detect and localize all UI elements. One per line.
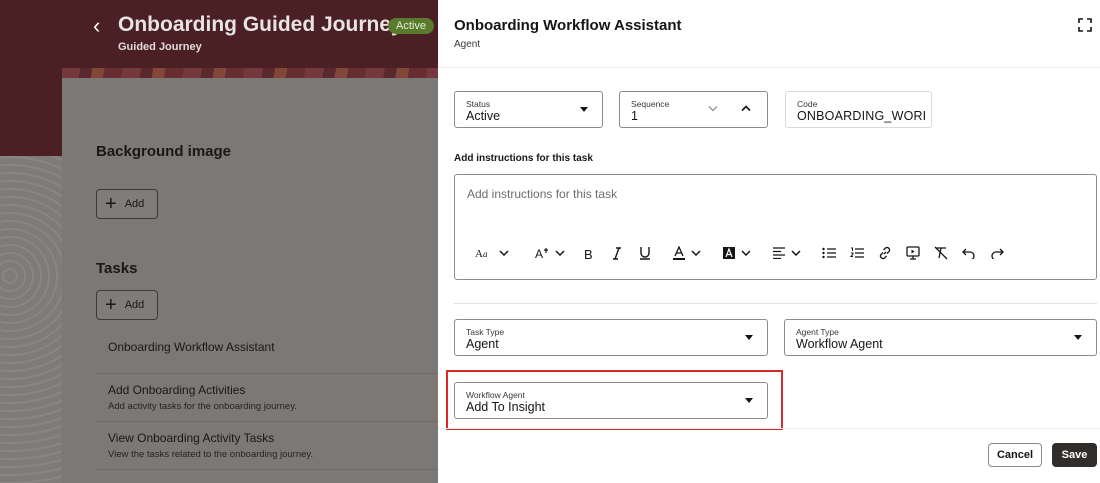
status-value: Active <box>466 109 501 123</box>
back-chevron-icon[interactable]: ‹ <box>93 15 109 37</box>
sequence-value: 1 <box>631 109 638 123</box>
agent-type-select[interactable]: Agent Type Workflow Agent <box>784 319 1097 356</box>
caret-down-icon <box>745 335 753 340</box>
numbered-list-icon[interactable] <box>847 243 867 263</box>
sequence-label: Sequence <box>631 99 670 109</box>
agent-type-label: Agent Type <box>796 327 839 337</box>
add-background-image-button[interactable]: + Add <box>96 189 158 219</box>
underline-icon[interactable] <box>635 243 655 263</box>
banner-image <box>62 68 438 78</box>
code-field[interactable]: Code ONBOARDING_WORKFLOW_ASSISTANT <box>785 91 932 128</box>
task-item-view-onboarding-activity-tasks[interactable]: View Onboarding Activity Tasks View the … <box>96 422 438 470</box>
footer-divider <box>438 428 1100 429</box>
svg-text:A: A <box>475 248 483 259</box>
drawer-title: Onboarding Workflow Assistant <box>454 17 682 34</box>
page-title: Onboarding Guided Journey <box>118 13 403 36</box>
background-pattern <box>0 156 62 483</box>
workflow-agent-label: Workflow Agent <box>466 390 525 400</box>
page-subtitle: Guided Journey <box>118 41 202 53</box>
status-select[interactable]: Status Active <box>454 91 603 128</box>
decrement-chevron-icon[interactable] <box>708 105 718 112</box>
code-label: Code <box>797 99 818 109</box>
task-name: Add Onboarding Activities <box>108 383 246 397</box>
bold-icon[interactable]: B <box>579 243 599 263</box>
caret-down-icon <box>580 107 588 112</box>
increment-chevron-icon[interactable] <box>741 105 751 112</box>
task-item-onboarding-workflow-assistant[interactable]: Onboarding Workflow Assistant <box>96 326 438 374</box>
text-size-icon[interactable]: A <box>533 243 553 263</box>
expand-icon[interactable] <box>1078 18 1092 32</box>
chevron-down-icon[interactable] <box>689 243 703 263</box>
task-type-select[interactable]: Task Type Agent <box>454 319 768 356</box>
agent-type-value: Workflow Agent <box>796 337 883 351</box>
save-button[interactable]: Save <box>1052 443 1097 467</box>
font-color-icon[interactable] <box>669 243 689 263</box>
sequence-stepper[interactable]: Sequence 1 <box>619 91 768 128</box>
section-divider <box>454 303 1097 304</box>
bulleted-list-icon[interactable] <box>819 243 839 263</box>
link-icon[interactable] <box>875 243 895 263</box>
instructions-label: Add instructions for this task <box>454 153 593 164</box>
task-name: View Onboarding Activity Tasks <box>108 431 275 445</box>
svg-text:A: A <box>535 247 543 260</box>
background-image-heading: Background image <box>96 143 232 160</box>
instructions-editor[interactable]: Add instructions for this task Aa A B <box>454 174 1097 280</box>
chevron-down-icon[interactable] <box>739 243 753 263</box>
background-page: ‹ Onboarding Guided Journey Active Guide… <box>0 0 438 483</box>
task-description: Add activity tasks for the onboarding jo… <box>108 401 297 412</box>
rich-text-toolbar: Aa A B <box>471 243 1007 263</box>
chevron-down-icon[interactable] <box>789 243 803 263</box>
undo-icon[interactable] <box>959 243 979 263</box>
tasks-heading: Tasks <box>96 260 138 277</box>
task-type-label: Task Type <box>466 327 505 337</box>
chevron-down-icon[interactable] <box>497 243 511 263</box>
redo-icon[interactable] <box>987 243 1007 263</box>
task-drawer: Onboarding Workflow Assistant Agent Stat… <box>438 0 1100 483</box>
chevron-down-icon[interactable] <box>553 243 567 263</box>
task-item-add-onboarding-activities[interactable]: Add Onboarding Activities Add activity t… <box>96 374 438 422</box>
add-button-label: Add <box>124 299 145 311</box>
status-label: Status <box>466 99 491 109</box>
caret-down-icon <box>1074 335 1082 340</box>
task-list: Onboarding Workflow Assistant Add Onboar… <box>96 326 438 470</box>
svg-text:a: a <box>483 249 488 259</box>
workflow-agent-select[interactable]: Workflow Agent Add To Insight <box>454 382 768 419</box>
drawer-subtitle: Agent <box>454 39 481 50</box>
workflow-agent-value: Add To Insight <box>466 400 545 414</box>
font-size-icon[interactable]: Aa <box>473 243 497 263</box>
drawer-header: Onboarding Workflow Assistant Agent <box>438 0 1100 68</box>
task-description: View the tasks related to the onboarding… <box>108 449 314 460</box>
add-task-button[interactable]: + Add <box>96 290 158 320</box>
task-type-value: Agent <box>466 337 499 351</box>
align-icon[interactable] <box>769 243 789 263</box>
italic-icon[interactable] <box>607 243 627 263</box>
add-button-label: Add <box>124 198 145 210</box>
caret-down-icon <box>745 398 753 403</box>
highlight-color-icon[interactable] <box>719 243 739 263</box>
plus-icon: + <box>105 193 117 215</box>
code-value: ONBOARDING_WORKFLOW_ASSISTANT <box>797 109 925 123</box>
clear-formatting-icon[interactable] <box>931 243 951 263</box>
instructions-placeholder: Add instructions for this task <box>467 187 618 201</box>
status-badge: Active <box>388 18 434 34</box>
plus-icon: + <box>105 294 117 316</box>
cancel-button[interactable]: Cancel <box>988 443 1042 467</box>
insert-media-icon[interactable] <box>903 243 923 263</box>
task-name: Onboarding Workflow Assistant <box>108 340 275 354</box>
svg-text:B: B <box>584 247 593 260</box>
